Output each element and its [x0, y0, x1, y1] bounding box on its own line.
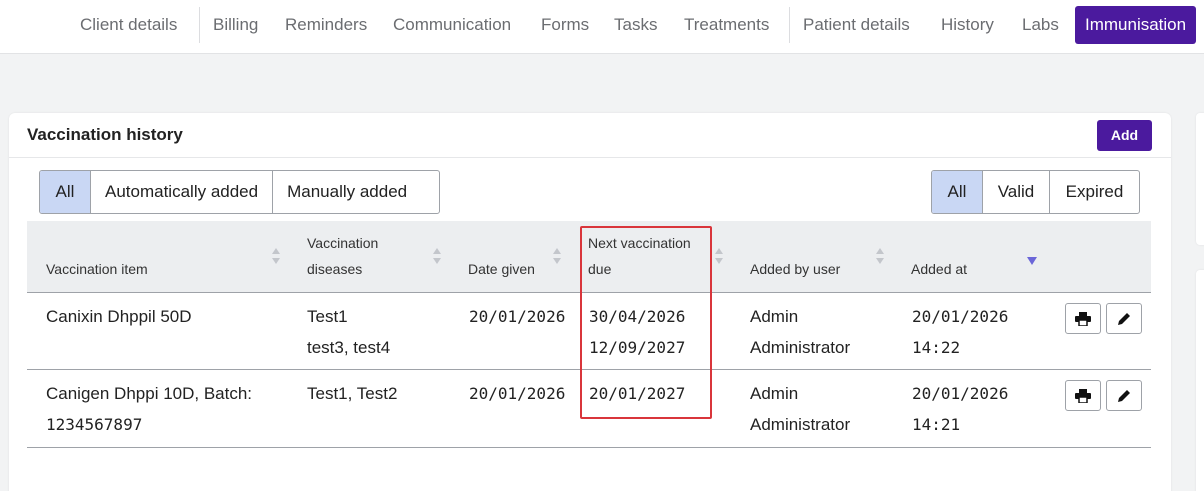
filter-manually-added[interactable]: Manually added	[273, 171, 439, 213]
cell-line: 20/01/2026	[912, 307, 1009, 326]
filter-validity-all[interactable]: All	[932, 171, 983, 213]
pencil-icon	[1118, 389, 1130, 402]
cell-line: test3, test4	[307, 338, 391, 357]
cell-line: 20/01/2026	[912, 384, 1009, 403]
card-title: Vaccination history	[27, 125, 183, 144]
tab-forms[interactable]: Forms	[541, 6, 589, 44]
date-given-cell: 20/01/2026	[469, 384, 566, 403]
filter-valid[interactable]: Valid	[983, 171, 1050, 213]
pencil-icon	[1118, 312, 1130, 325]
filter-expired[interactable]: Expired	[1050, 171, 1139, 213]
column-header-added-at[interactable]: Added at	[911, 256, 967, 282]
source-filter: All Automatically added Manually added	[39, 170, 440, 214]
date-given-cell: 20/01/2026	[469, 307, 566, 326]
print-button[interactable]	[1065, 303, 1101, 334]
table-row: Canixin Dhppil 50D Test1 test3, test4 20…	[27, 293, 1151, 370]
sort-icon[interactable]	[715, 248, 723, 266]
filter-all[interactable]: All	[40, 171, 91, 213]
add-button[interactable]: Add	[1097, 120, 1152, 151]
tab-patient-details[interactable]: Patient details	[803, 6, 910, 44]
sort-descending-icon[interactable]	[1027, 257, 1037, 265]
tab-treatments[interactable]: Treatments	[684, 6, 769, 44]
sort-icon[interactable]	[433, 248, 441, 266]
cell-line: 30/04/2026	[589, 307, 686, 326]
print-button[interactable]	[1065, 380, 1101, 411]
cell-line: Test1	[307, 307, 348, 326]
edit-button[interactable]	[1106, 380, 1142, 411]
divider	[9, 157, 1171, 158]
tab-divider	[199, 7, 200, 43]
cell-line: Admin	[750, 307, 799, 326]
vaccination-item-cell: Canigen Dhppi 10D, Batch: 1234567897	[46, 378, 252, 440]
cell-line: 14:21	[912, 415, 961, 434]
sort-icon[interactable]	[272, 248, 280, 266]
tab-reminders[interactable]: Reminders	[285, 6, 367, 44]
column-header-added-by-user[interactable]: Added by user	[750, 256, 840, 282]
vaccination-diseases-cell: Test1, Test2	[307, 378, 397, 409]
table-header: Vaccination item Vaccination diseases Da…	[27, 221, 1151, 293]
tab-client-details[interactable]: Client details	[80, 6, 177, 44]
added-by-user-cell: Admin Administrator	[750, 378, 850, 440]
print-icon	[1075, 311, 1091, 326]
added-at-cell: 20/01/2026 14:22	[912, 301, 1008, 363]
tab-communication[interactable]: Communication	[393, 6, 511, 44]
cell-line: 20/01/2027	[589, 384, 686, 403]
sort-icon[interactable]	[553, 248, 561, 266]
column-header-next-vaccination-due[interactable]: Next vaccination due	[588, 230, 691, 282]
column-header-label: diseases	[307, 261, 363, 277]
tab-divider	[789, 7, 790, 43]
cell-line: Administrator	[750, 415, 851, 434]
sort-icon[interactable]	[876, 248, 884, 266]
validity-filter: All Valid Expired	[931, 170, 1140, 214]
column-header-label: Next vaccination	[588, 235, 691, 251]
cell-line: Administrator	[750, 338, 851, 357]
next-vaccination-due-cell: 20/01/2027	[589, 378, 685, 409]
vaccination-diseases-cell: Test1 test3, test4	[307, 301, 390, 363]
column-header-label: due	[588, 261, 612, 277]
cell-line: Canixin Dhppil 50D	[46, 307, 192, 326]
next-vaccination-due-cell: 30/04/2026 12/09/2027	[589, 301, 685, 363]
table-row: Canigen Dhppi 10D, Batch: 1234567897 Tes…	[27, 370, 1151, 448]
added-at-cell: 20/01/2026 14:21	[912, 378, 1008, 440]
column-header-label: Vaccination item	[46, 261, 148, 277]
column-header-label: Date given	[468, 261, 535, 277]
side-panel	[1196, 270, 1204, 491]
tab-history[interactable]: History	[941, 6, 994, 44]
tab-tasks[interactable]: Tasks	[614, 6, 657, 44]
cell-line: Canigen Dhppi 10D, Batch:	[46, 384, 253, 403]
cell-line: Admin	[750, 384, 799, 403]
cell-line: 14:22	[912, 338, 961, 357]
column-header-label: Added at	[911, 261, 968, 277]
tab-labs[interactable]: Labs	[1022, 6, 1059, 44]
top-navigation: Client details Billing Reminders Communi…	[0, 0, 1204, 54]
column-header-vaccination-diseases[interactable]: Vaccination diseases	[307, 230, 378, 282]
column-header-label: Vaccination	[307, 235, 379, 251]
print-icon	[1075, 388, 1091, 403]
cell-line: 1234567897	[46, 415, 143, 434]
column-header-label: Added by user	[750, 261, 841, 277]
cell-line: 12/09/2027	[589, 338, 686, 357]
edit-button[interactable]	[1106, 303, 1142, 334]
column-header-date-given[interactable]: Date given	[468, 256, 535, 282]
added-by-user-cell: Admin Administrator	[750, 301, 850, 363]
side-panel	[1196, 113, 1204, 245]
column-header-vaccination-item[interactable]: Vaccination item	[46, 256, 148, 282]
tab-billing[interactable]: Billing	[213, 6, 258, 44]
tab-immunisation[interactable]: Immunisation	[1075, 6, 1197, 44]
cell-line: Test1, Test2	[307, 384, 398, 403]
vaccination-item-cell: Canixin Dhppil 50D	[46, 301, 192, 332]
filter-automatically-added[interactable]: Automatically added	[91, 171, 274, 213]
